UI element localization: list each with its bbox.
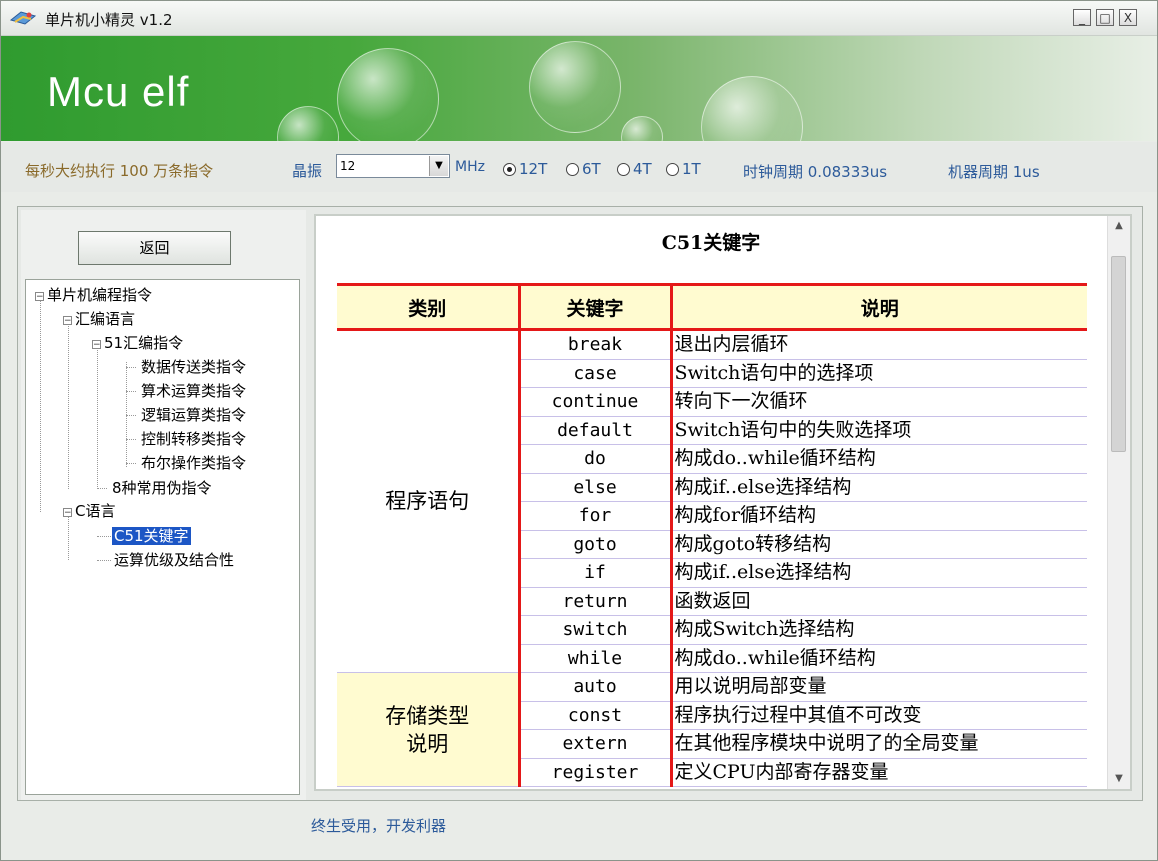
description-cell: 退出内层循环	[669, 329, 1087, 360]
keyword-cell: auto	[517, 672, 671, 702]
execution-rate-text: 每秒大约执行 100 万条指令	[25, 162, 214, 180]
keyword-cell: const	[517, 701, 671, 730]
oscillator-select[interactable]: 12 ▼	[336, 154, 450, 178]
oscillator-value: 12	[340, 159, 356, 173]
radio-dot-icon	[617, 163, 630, 176]
vertical-scrollbar[interactable]: ▲ ▼	[1107, 216, 1130, 789]
header-keyword: 关键字	[517, 283, 671, 331]
window-title: 单片机小精灵 v1.2	[45, 11, 173, 29]
bubble-decoration	[277, 106, 339, 141]
app-window: 单片机小精灵 v1.2 _ □ X Mcu elf 每秒大约执行 100 万条指…	[0, 0, 1158, 861]
keyword-cell: default	[517, 416, 671, 445]
close-button[interactable]: X	[1119, 9, 1137, 26]
description-cell: 程序执行过程中其值不可改变	[669, 701, 1087, 730]
description-cell: 构成do..while循环结构	[669, 444, 1087, 474]
description-cell: 转向下一次循环	[669, 387, 1087, 417]
description-cell: 构成if..else选择结构	[669, 558, 1087, 588]
bubble-decoration	[701, 76, 803, 141]
table-header-row: 类别 关键字 说明	[337, 283, 1087, 331]
content-panel: C51关键字 类别 关键字 说明 程序语句 break 退出内层循环 case S…	[314, 214, 1132, 791]
tree-node-51-assembly[interactable]: −51汇编指令	[92, 333, 183, 353]
status-row: 每秒大约执行 100 万条指令 晶振 12 ▼ MHz 12T 6T 4T 1T…	[1, 142, 1157, 192]
header-description: 说明	[669, 283, 1087, 331]
tree-node-control-transfer[interactable]: 控制转移类指令	[141, 429, 246, 449]
collapse-icon[interactable]: −	[63, 508, 72, 518]
tree-node-root[interactable]: − 单片机编程指令	[35, 285, 152, 305]
oscillator-label: 晶振	[292, 162, 323, 180]
description-cell: 在其他程序模块中说明了的全局变量	[669, 729, 1087, 759]
description-cell: 构成Switch选择结构	[669, 615, 1087, 645]
keyword-cell: while	[517, 644, 671, 673]
app-logo-icon	[9, 11, 37, 25]
keyword-cell: break	[517, 329, 671, 360]
description-cell: Switch语句中的选择项	[669, 359, 1087, 388]
app-logo-text: Mcu elf	[47, 68, 190, 115]
tree-node-assembly[interactable]: − 汇编语言	[63, 309, 135, 329]
bubble-decoration	[529, 41, 621, 133]
description-cell: 构成do..while循环结构	[669, 644, 1087, 673]
keyword-cell: else	[517, 473, 671, 502]
maximize-button[interactable]: □	[1096, 9, 1114, 26]
radio-dot-icon	[566, 163, 579, 176]
radio-4t[interactable]: 4T	[617, 160, 652, 178]
mhz-label: MHz	[455, 159, 485, 175]
scroll-up-icon[interactable]: ▲	[1108, 216, 1130, 236]
keyword-cell: switch	[517, 615, 671, 645]
collapse-icon[interactable]: −	[63, 316, 72, 326]
footer-text: 终生受用，开发利器	[311, 817, 447, 835]
clock-period-text: 时钟周期 0.08333us	[743, 163, 888, 181]
tree-node-c-language[interactable]: − C语言	[63, 501, 115, 521]
keyword-cell: extern	[517, 729, 671, 759]
header-banner: Mcu elf	[1, 36, 1157, 141]
radio-12t[interactable]: 12T	[503, 160, 547, 178]
keyword-cell: case	[517, 359, 671, 388]
description-cell: 构成goto转移结构	[669, 530, 1087, 559]
table-row: 程序语句 break 退出内层循环	[337, 329, 1087, 673]
bubble-decoration	[337, 48, 439, 141]
tree-node-arithmetic[interactable]: 算术运算类指令	[141, 381, 246, 401]
bubble-decoration	[621, 116, 663, 141]
tree-node-pseudo[interactable]: 8种常用伪指令	[112, 478, 212, 498]
header-category: 类别	[337, 283, 519, 331]
scroll-down-icon[interactable]: ▼	[1108, 769, 1130, 789]
content-title: C51关键字	[661, 232, 761, 254]
radio-1t[interactable]: 1T	[666, 160, 701, 178]
tree-node-c51-keywords[interactable]: C51关键字	[112, 526, 191, 546]
radio-dot-icon	[503, 163, 516, 176]
keyword-cell: register	[517, 758, 671, 787]
description-cell: 构成if..else选择结构	[669, 473, 1087, 502]
keyword-cell: continue	[517, 387, 671, 417]
tree-node-operator-priority[interactable]: 运算优级及结合性	[114, 550, 234, 570]
collapse-icon[interactable]: −	[92, 340, 101, 350]
description-cell: 函数返回	[669, 587, 1087, 616]
navigation-tree: − 单片机编程指令 − 汇编语言 −51汇编指令 数据传送类指令 算术运算类指令 逻…	[25, 279, 300, 795]
table-row: 存储类型 说明 auto 用以说明局部变量	[337, 672, 1087, 787]
keyword-cell: return	[517, 587, 671, 616]
description-cell: 定义CPU内部寄存器变量	[669, 758, 1087, 787]
category-cell: 存储类型 说明	[337, 672, 519, 787]
keyword-cell: goto	[517, 530, 671, 559]
keyword-cell: do	[517, 444, 671, 474]
machine-period-text: 机器周期 1us	[948, 163, 1040, 181]
category-cell: 程序语句	[337, 329, 519, 673]
scrollbar-thumb[interactable]	[1111, 256, 1126, 452]
keyword-cell: if	[517, 558, 671, 588]
keyword-cell: for	[517, 501, 671, 531]
back-button[interactable]: 返回	[78, 231, 231, 265]
description-cell: 用以说明局部变量	[669, 672, 1087, 702]
radio-6t[interactable]: 6T	[566, 160, 601, 178]
keywords-table: 类别 关键字 说明 程序语句 break 退出内层循环 case Switch语句…	[337, 283, 1087, 787]
title-bar: 单片机小精灵 v1.2 _ □ X	[1, 1, 1157, 36]
tree-node-boolean[interactable]: 布尔操作类指令	[141, 453, 246, 473]
collapse-icon[interactable]: −	[35, 292, 44, 302]
chevron-down-icon[interactable]: ▼	[429, 156, 448, 176]
description-cell: Switch语句中的失败选择项	[669, 416, 1087, 445]
radio-dot-icon	[666, 163, 679, 176]
description-cell: 构成for循环结构	[669, 501, 1087, 531]
tree-node-data-transfer[interactable]: 数据传送类指令	[141, 357, 246, 377]
tree-node-logic[interactable]: 逻辑运算类指令	[141, 405, 246, 425]
minimize-button[interactable]: _	[1073, 9, 1091, 26]
